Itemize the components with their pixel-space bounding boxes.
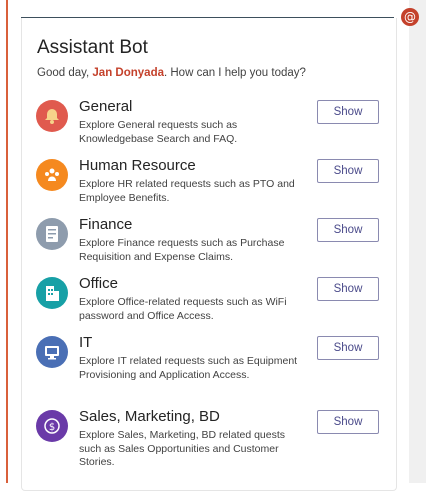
- bell-icon: [36, 100, 68, 132]
- item-description: Explore IT related requests such as Equi…: [79, 355, 298, 381]
- item-description: Explore General requests such as Knowled…: [79, 119, 238, 145]
- left-accent-bar: [6, 0, 8, 483]
- greeting-prefix: Good day,: [37, 67, 93, 79]
- item-name: Sales, Marketing, BD: [79, 408, 220, 425]
- show-sales-marketing-bd-button[interactable]: Show: [317, 410, 379, 434]
- right-scroll-rail: [409, 0, 426, 483]
- item-name: Finance: [79, 216, 133, 233]
- item-description: Explore HR related requests such as PTO …: [79, 178, 295, 204]
- greeting-suffix: . How can I help you today?: [163, 67, 306, 79]
- card-title: Assistant Bot: [37, 37, 148, 58]
- receipt-icon: [36, 218, 68, 250]
- show-general-button[interactable]: Show: [317, 100, 379, 124]
- item-description: Explore Office-related requests such as …: [79, 296, 287, 322]
- at-icon[interactable]: @: [401, 8, 419, 26]
- assistant-bot-card: Assistant Bot Good day, Jan Donyada. How…: [21, 18, 397, 491]
- item-name: Office: [79, 275, 118, 292]
- item-name: Human Resource: [79, 157, 196, 174]
- user-name: Jan Donyada: [92, 67, 164, 79]
- item-description: Explore Sales, Marketing, BD related que…: [79, 429, 286, 468]
- item-name: General: [79, 98, 133, 115]
- building-icon: [36, 277, 68, 309]
- item-description: Explore Finance requests such as Purchas…: [79, 237, 285, 263]
- show-it-button[interactable]: Show: [317, 336, 379, 360]
- item-name: IT: [79, 334, 93, 351]
- show-human-resource-button[interactable]: Show: [317, 159, 379, 183]
- dollar-icon: $: [36, 410, 68, 442]
- greeting-text: Good day, Jan Donyada. How can I help yo…: [37, 67, 306, 79]
- show-finance-button[interactable]: Show: [317, 218, 379, 242]
- show-office-button[interactable]: Show: [317, 277, 379, 301]
- svg-text:$: $: [49, 422, 55, 433]
- people-icon: [36, 159, 68, 191]
- monitor-icon: [36, 336, 68, 368]
